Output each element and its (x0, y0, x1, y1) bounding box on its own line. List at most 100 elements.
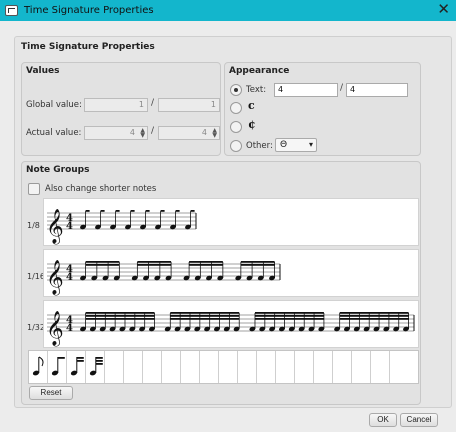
palette-cell[interactable] (314, 351, 333, 383)
note-beam (170, 312, 240, 314)
dialog-panel: Time Signature Properties Values Global … (14, 36, 452, 427)
global-value-label: Global value: (26, 100, 82, 110)
actual-value-label: Actual value: (26, 128, 82, 138)
text-numerator-field[interactable]: 4 (274, 83, 338, 97)
palette-cell[interactable] (333, 351, 352, 383)
values-title: Values (26, 66, 60, 76)
reset-button[interactable]: Reset (29, 386, 73, 400)
palette-cell[interactable] (390, 351, 409, 383)
note-beam (85, 318, 155, 320)
common-time-radio[interactable] (230, 102, 242, 114)
other-symbol-value: Θ (280, 140, 288, 150)
palette-cell[interactable] (295, 351, 314, 383)
note-beam (254, 312, 324, 314)
note-beam (190, 210, 195, 212)
also-change-checkbox[interactable] (28, 183, 40, 195)
note-beam (76, 360, 84, 362)
text-label: Text: (246, 85, 267, 95)
other-radio[interactable] (230, 140, 242, 152)
palette-cell[interactable] (105, 351, 124, 383)
note-beam (240, 261, 275, 263)
staff-sixteenth-notation: 𝄞 44 (46, 260, 281, 296)
palette-cell[interactable] (124, 351, 143, 383)
other-symbol-select[interactable]: Θ ▾ (275, 138, 317, 152)
appearance-title: Appearance (229, 66, 290, 76)
text-denominator-field[interactable]: 4 (346, 83, 408, 97)
chevron-down-icon: ▾ (308, 140, 313, 149)
palette-cell[interactable] (200, 351, 219, 383)
staff-eighth[interactable]: 𝄞 4 4 (43, 198, 419, 246)
note-beam (339, 315, 409, 317)
palette-cell[interactable] (371, 351, 390, 383)
note-beam (85, 261, 120, 263)
actual-numerator-spinner: 4 ▲ ▼ (84, 126, 148, 140)
note-flag (38, 356, 44, 367)
note-beam (57, 357, 65, 359)
text-slash: / (340, 83, 344, 93)
note-beam (145, 210, 150, 212)
palette-cell[interactable] (352, 351, 371, 383)
thirty-second-note-icon[interactable] (67, 351, 86, 383)
note-beam (85, 315, 155, 317)
palette-cell[interactable] (143, 351, 162, 383)
eighth-note-icon[interactable] (29, 351, 48, 383)
note-beam (339, 318, 409, 320)
actual-numerator-value: 4 (129, 128, 135, 137)
staff-eighth-notation: 𝄞 44 (46, 209, 197, 245)
note-beam (240, 264, 275, 266)
common-time-glyph: c (248, 99, 255, 112)
palette-cell[interactable] (238, 351, 257, 383)
note-beam (130, 210, 135, 212)
global-denominator-field: 1 (158, 98, 220, 112)
sixteenth-note-icon[interactable] (48, 351, 67, 383)
palette-cell[interactable] (162, 351, 181, 383)
group-label-eighth: 1/8 (27, 221, 40, 230)
time-signature-denominator: 4 (66, 323, 73, 334)
palette-cell[interactable] (257, 351, 276, 383)
app-icon (5, 5, 18, 16)
note-beam (175, 210, 180, 212)
note-groups-title: Note Groups (26, 165, 90, 175)
cancel-button[interactable]: Cancel (400, 413, 438, 427)
note-groups-panel: Note Groups Also change shorter notes 1/… (21, 161, 421, 405)
note-palette (28, 350, 419, 384)
global-numerator-field: 1 (84, 98, 148, 112)
note-beam (137, 264, 172, 266)
note-glyph (51, 357, 65, 376)
title-bar: Time Signature Properties ✕ (0, 0, 456, 21)
note-beam (170, 318, 240, 320)
time-signature-denominator: 4 (66, 221, 73, 232)
palette-cell[interactable] (219, 351, 238, 383)
sixty-fourth-note-icon[interactable] (86, 351, 105, 383)
note-beam (254, 318, 324, 320)
other-label: Other: (246, 141, 273, 151)
close-icon[interactable]: ✕ (437, 2, 450, 17)
text-radio[interactable] (230, 84, 242, 96)
staff-sixteenth[interactable]: 𝄞 4 4 (43, 249, 419, 297)
actual-denominator-spinner: 4 ▲ ▼ (158, 126, 220, 140)
global-slash: / (151, 98, 155, 108)
cut-time-radio[interactable] (230, 121, 242, 133)
note-beam (95, 363, 103, 365)
palette-cell[interactable] (181, 351, 200, 383)
note-glyph (32, 356, 44, 376)
also-change-label: Also change shorter notes (45, 184, 157, 194)
appearance-panel: Appearance Text: 4 / 4 c ¢ Other: Θ ▾ (224, 62, 421, 156)
note-beam (254, 315, 324, 317)
staff-thirtysecond[interactable]: 𝄞 4 4 (43, 300, 419, 348)
note-beam (95, 357, 103, 359)
values-panel: Values Global value: 1 / 1 Actual value:… (21, 62, 221, 156)
spinner-arrows-icon: ▲ ▼ (212, 127, 217, 139)
cut-time-glyph: ¢ (248, 118, 256, 131)
note-beam (85, 210, 90, 212)
note-beam (100, 210, 105, 212)
ok-button[interactable]: OK (369, 413, 397, 427)
note-glyph (89, 357, 103, 376)
note-beam (85, 312, 155, 314)
palette-cell[interactable] (276, 351, 295, 383)
note-glyph (70, 357, 84, 376)
treble-clef-icon: 𝄞 (46, 260, 64, 296)
spinner-arrows-icon: ▲ ▼ (140, 127, 145, 139)
dialog-title: Time Signature Properties (21, 42, 155, 52)
treble-clef-icon: 𝄞 (46, 311, 64, 347)
